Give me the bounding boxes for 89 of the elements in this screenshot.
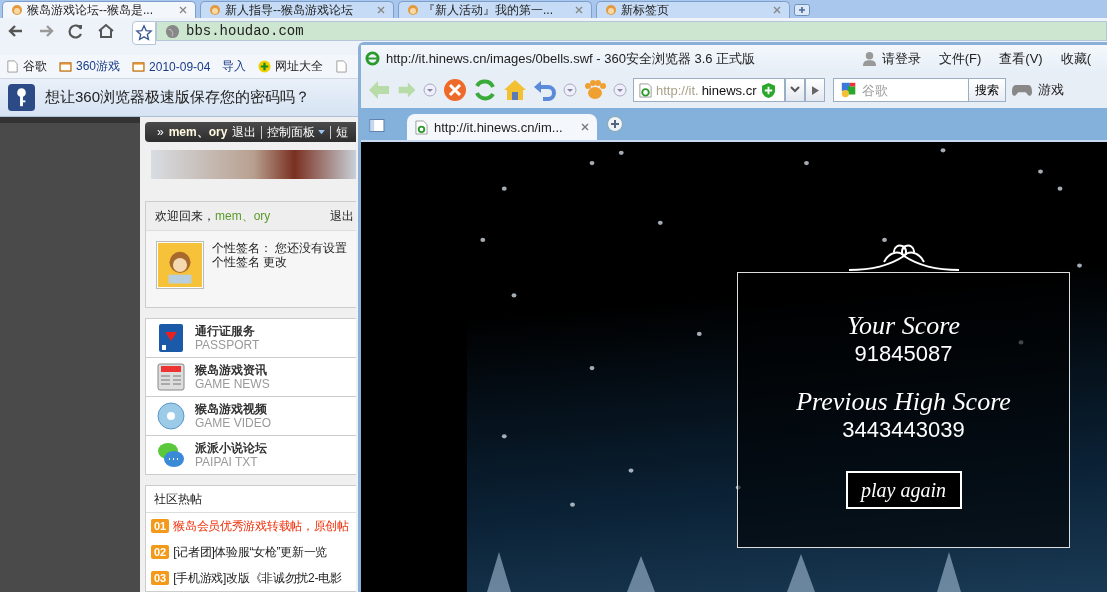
address-bar[interactable]: bbs.houdao.com [156, 21, 1107, 41]
post-link[interactable]: [手机游戏]改版《非诚勿扰2-电影 [173, 569, 342, 587]
browser-tab[interactable]: 新人指导--猴岛游戏论坛 [200, 1, 394, 18]
close-icon[interactable] [575, 6, 583, 14]
page-icon [335, 60, 349, 73]
caret-icon [318, 129, 326, 135]
service-item[interactable]: 猴岛游戏资讯 GAME NEWS [146, 358, 356, 397]
bookmark-item[interactable]: 导入 [222, 58, 247, 75]
bookmark-item[interactable]: 网址大全 [258, 58, 324, 75]
newspaper-icon [156, 362, 186, 392]
book-icon [156, 323, 186, 353]
dropdown-icon[interactable] [563, 83, 577, 97]
page-icon [6, 60, 19, 73]
play-icon [811, 85, 819, 95]
page-icon [415, 119, 428, 135]
disc-icon [156, 401, 186, 431]
infobar-message: 想让360浏览器极速版保存您的密码吗？ [45, 88, 311, 107]
globe-icon [165, 23, 180, 39]
bookmark-item[interactable]: 360游戏 [59, 58, 121, 75]
rank-badge: 01 [151, 519, 170, 533]
stop-icon[interactable] [443, 78, 467, 102]
browser-tab[interactable]: 猴岛游戏论坛--猴岛是... [2, 1, 196, 18]
welcome-text: 欢迎回来，mem、ory [155, 207, 271, 225]
home-icon[interactable] [503, 78, 527, 102]
user-icon [862, 51, 876, 66]
service-item[interactable]: 通行证服务 PASSPORT [146, 319, 356, 358]
high-score-value: 3443443039 [842, 417, 965, 443]
logout-link[interactable]: 退出 [330, 207, 354, 225]
menu-item[interactable]: 收藏( [1060, 49, 1091, 68]
page-icon [638, 82, 653, 98]
bookmark-star-button[interactable] [132, 21, 156, 45]
home-icon[interactable] [96, 21, 116, 41]
browser-tab[interactable]: 新标签页 [596, 1, 790, 18]
plus-circle-icon [258, 60, 272, 73]
prefix-glyph: » [157, 125, 164, 140]
rank-badge: 03 [151, 571, 170, 585]
games-menu[interactable]: 游戏 [1038, 81, 1064, 99]
search-field[interactable]: 谷歌 搜索 [833, 78, 1006, 102]
login-link[interactable]: 请登录 [881, 49, 921, 68]
chat-bubbles-icon [156, 440, 186, 470]
window-title: http://it.hinews.cn/images/0bells.swf - 360安全浏览器 3.6 正式版 [386, 49, 756, 68]
sidebar-toggle-icon[interactable] [369, 119, 385, 132]
shield-icon [761, 82, 775, 98]
edit-link[interactable]: 更改 [263, 255, 287, 269]
star-icon [135, 24, 153, 42]
new-tab-button[interactable] [607, 116, 623, 132]
close-icon[interactable] [179, 6, 187, 14]
user-bar-link[interactable]: 退出 [232, 123, 257, 141]
post-link[interactable]: [记者团]体验服“女枪”更新一览 [173, 543, 328, 561]
service-item[interactable]: 派派小说论坛 PAIPAI TXT [146, 436, 356, 474]
close-icon[interactable] [773, 6, 781, 14]
dropdown-icon[interactable] [613, 83, 627, 97]
key-icon [8, 84, 35, 111]
bookmark-item[interactable]: 2010-09-04 [132, 59, 211, 74]
rank-badge: 02 [151, 545, 170, 559]
refresh-icon[interactable] [473, 78, 497, 102]
undo-icon[interactable] [533, 78, 557, 102]
gamepad-icon[interactable] [1012, 83, 1032, 97]
play-again-button[interactable]: play again [845, 471, 962, 509]
username-link[interactable]: mem、ory [168, 123, 228, 141]
user-bar-link[interactable]: 控制面板 [267, 123, 326, 141]
score-value: 91845087 [854, 341, 953, 367]
banner-image[interactable] [151, 150, 356, 179]
history-dropdown-button[interactable] [785, 78, 805, 102]
menu-item[interactable]: 查看(V) [999, 49, 1043, 68]
signature-label: 个性签名 [212, 255, 260, 269]
ie-logo-icon [365, 51, 380, 66]
folder-icon [59, 60, 72, 73]
search-button[interactable]: 搜索 [968, 79, 1005, 101]
browser-tab[interactable]: 『新人活动』我的第一... [398, 1, 592, 18]
chevron-down-icon [790, 86, 800, 94]
paw-icon[interactable] [583, 78, 607, 102]
menu-item[interactable]: 文件(F) [938, 49, 982, 68]
close-icon[interactable] [581, 123, 589, 131]
folder-icon [132, 60, 146, 73]
post-link[interactable]: 猴岛会员优秀游戏转载帖，原创帖 [173, 517, 349, 535]
dropdown-icon[interactable] [423, 83, 437, 97]
avatar-image [156, 241, 204, 289]
new-tab-button[interactable] [794, 4, 810, 16]
score-label: Your Score [847, 311, 960, 341]
go-button[interactable] [805, 78, 825, 102]
user-bar-link[interactable]: 短 [336, 123, 349, 141]
high-score-label: Previous High Score [796, 387, 1011, 417]
bookmark-item[interactable]: 谷歌 [6, 58, 47, 75]
service-item[interactable]: 猴岛游戏视频 GAME VIDEO [146, 397, 356, 436]
address-bar[interactable]: http://it. hinews.cr [633, 78, 785, 102]
browser-tab[interactable]: http://it.hinews.cn/im... [407, 114, 597, 140]
close-icon[interactable] [377, 6, 385, 14]
signature-text: 个性签名： 您还没有设置 [212, 241, 348, 255]
